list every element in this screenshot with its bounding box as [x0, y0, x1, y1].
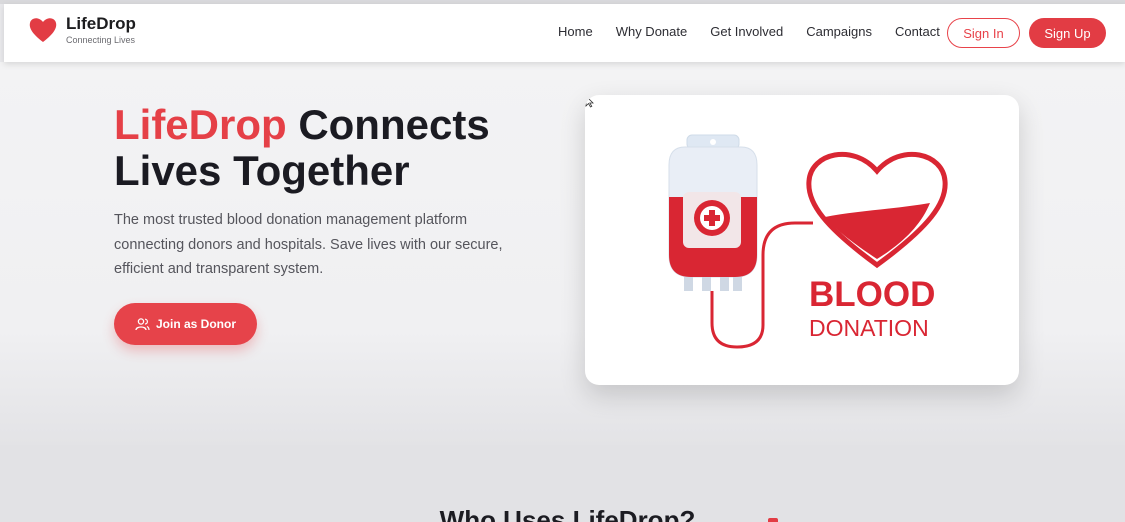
main-nav: Home Why Donate Get Involved Campaigns C… — [558, 24, 963, 39]
users-icon — [135, 318, 150, 331]
illustration-title-blood: BLOOD — [809, 275, 936, 314]
hero-title: LifeDrop Connects Lives Together — [114, 102, 554, 194]
navbar: LifeDrop Connecting Lives Home Why Donat… — [4, 4, 1125, 62]
nav-link-campaigns[interactable]: Campaigns — [806, 24, 872, 39]
join-as-donor-button[interactable]: Join as Donor — [114, 303, 257, 345]
decorative-red-marker — [768, 518, 778, 522]
mouse-cursor-icon — [585, 95, 594, 108]
section-title: Who Uses LifeDrop? — [439, 505, 696, 522]
logo[interactable]: LifeDrop Connecting Lives — [28, 14, 136, 46]
medical-cross-icon — [694, 200, 730, 236]
nav-link-contact[interactable]: Contact — [895, 24, 940, 39]
nav-link-why-donate[interactable]: Why Donate — [616, 24, 688, 39]
sign-in-button[interactable]: Sign In — [947, 18, 1020, 48]
brand-name: LifeDrop — [66, 14, 136, 33]
join-as-donor-label: Join as Donor — [155, 317, 236, 331]
sign-up-button[interactable]: Sign Up — [1029, 18, 1106, 48]
nav-link-get-involved[interactable]: Get Involved — [710, 24, 783, 39]
blood-donation-illustration-card: BLOOD DONATION — [585, 95, 1019, 385]
who-uses-section: Who Uses LifeDrop? — [0, 445, 1125, 522]
hero-title-accent: LifeDrop — [114, 101, 287, 148]
blood-donation-illustration — [668, 134, 948, 349]
illustration-title-donation: DONATION — [809, 315, 929, 341]
brand-tagline: Connecting Lives — [66, 35, 136, 45]
nav-link-home[interactable]: Home — [558, 24, 593, 39]
hero-description: The most trusted blood donation manageme… — [114, 212, 503, 277]
heart-icon — [806, 151, 948, 269]
heart-icon — [29, 18, 57, 42]
hero-section: LifeDrop Connects Lives Together The mos… — [0, 62, 1125, 445]
